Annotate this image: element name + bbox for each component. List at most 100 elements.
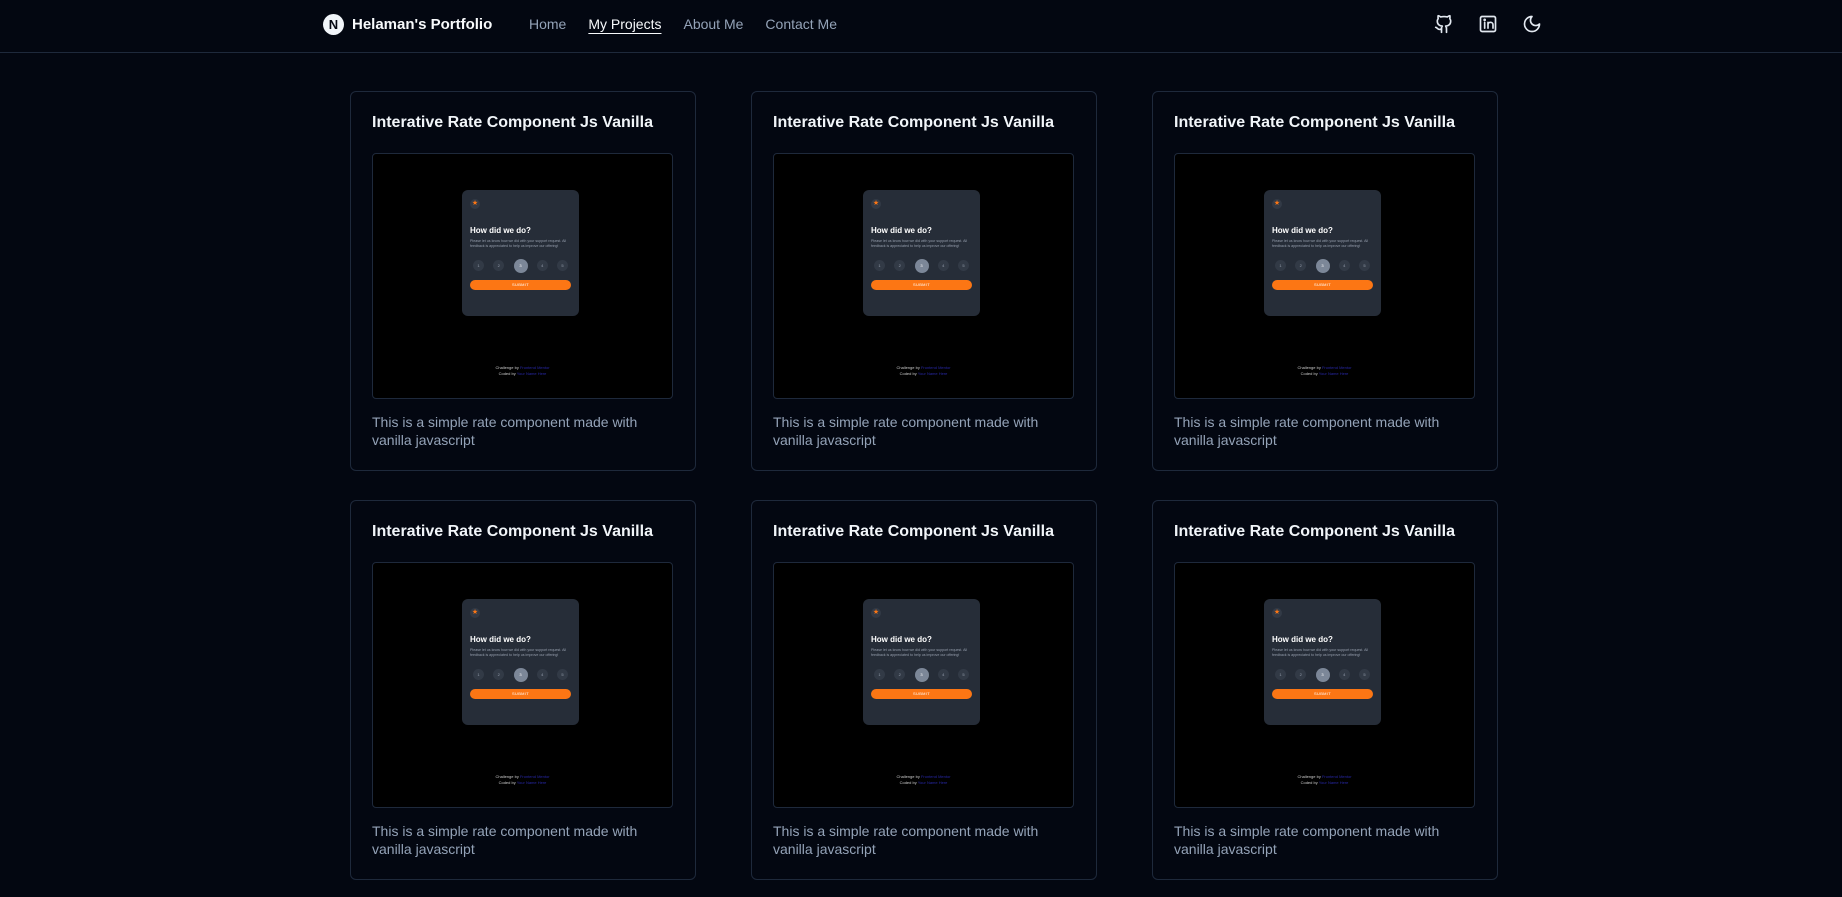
rating-number: 2 [894, 669, 906, 680]
project-title: Interative Rate Component Js Vanilla [372, 523, 653, 540]
preview-submit-button: SUBMIT [871, 279, 972, 290]
project-card[interactable]: Interative Rate Component Js Vanilla ★ H… [1152, 91, 1498, 471]
preview-rating-numbers: 1 2 3 4 5 [871, 258, 972, 273]
preview-submit-button: SUBMIT [470, 279, 571, 290]
logo-icon: N [323, 14, 344, 35]
brand[interactable]: N Helaman's Portfolio [323, 14, 492, 35]
project-preview-image[interactable]: ★ How did we do? Please let us know how … [372, 562, 673, 808]
preview-rating-numbers: 1 2 3 4 5 [871, 667, 972, 682]
preview-rating-numbers: 1 2 3 4 5 [1272, 258, 1373, 273]
rating-number: 4 [1338, 260, 1350, 271]
project-description: This is a simple rate component made wit… [1174, 414, 1440, 448]
rating-number: 5 [958, 260, 969, 271]
preview-text: Please let us know how we did with your … [1272, 239, 1369, 248]
project-preview-image[interactable]: ★ How did we do? Please let us know how … [372, 153, 673, 399]
project-description: This is a simple rate component made wit… [773, 823, 1039, 857]
rating-number: 2 [1295, 669, 1307, 680]
star-icon: ★ [470, 199, 480, 209]
project-title: Interative Rate Component Js Vanilla [1174, 114, 1455, 131]
project-title: Interative Rate Component Js Vanilla [1174, 523, 1455, 540]
preview-rating-numbers: 1 2 3 4 5 [1272, 667, 1373, 682]
project-card[interactable]: Interative Rate Component Js Vanilla ★ H… [751, 91, 1097, 471]
preview-attribution: Challenge by Frontend Mentor Coded by Yo… [896, 774, 951, 785]
preview-heading: How did we do? [1272, 635, 1333, 644]
moon-icon[interactable] [1522, 14, 1542, 34]
project-preview-image[interactable]: ★ How did we do? Please let us know how … [1174, 153, 1475, 399]
preview-submit-button: SUBMIT [1272, 688, 1373, 699]
preview-attribution: Challenge by Frontend Mentor Coded by Yo… [495, 774, 550, 785]
preview-submit-button: SUBMIT [871, 688, 972, 699]
project-card[interactable]: Interative Rate Component Js Vanilla ★ H… [1152, 500, 1498, 880]
rating-number: 4 [536, 669, 548, 680]
rating-number: 2 [493, 669, 505, 680]
preview-rating-numbers: 1 2 3 4 5 [470, 258, 571, 273]
rating-number-selected: 3 [914, 258, 929, 273]
rating-number-selected: 3 [513, 258, 528, 273]
star-icon: ★ [1272, 199, 1282, 209]
rating-number-selected: 3 [1315, 667, 1330, 682]
preview-text: Please let us know how we did with your … [470, 239, 567, 248]
nav-link-contact-me[interactable]: Contact Me [765, 16, 837, 32]
rating-card-preview: ★ How did we do? Please let us know how … [863, 190, 980, 316]
project-card[interactable]: Interative Rate Component Js Vanilla ★ H… [350, 91, 696, 471]
project-title: Interative Rate Component Js Vanilla [773, 114, 1054, 131]
preview-attribution: Challenge by Frontend Mentor Coded by Yo… [896, 365, 951, 376]
nav-links: Home My Projects About Me Contact Me [529, 16, 837, 32]
rating-card-preview: ★ How did we do? Please let us know how … [462, 190, 579, 316]
project-preview-image[interactable]: ★ How did we do? Please let us know how … [773, 153, 1074, 399]
preview-heading: How did we do? [470, 226, 531, 235]
rating-number-selected: 3 [914, 667, 929, 682]
preview-submit-button: SUBMIT [470, 688, 571, 699]
project-description: This is a simple rate component made wit… [372, 414, 638, 448]
project-title: Interative Rate Component Js Vanilla [773, 523, 1054, 540]
rating-number: 1 [874, 260, 885, 271]
project-title: Interative Rate Component Js Vanilla [372, 114, 653, 131]
preview-attribution: Challenge by Frontend Mentor Coded by Yo… [1297, 774, 1352, 785]
preview-heading: How did we do? [871, 226, 932, 235]
rating-number: 2 [493, 260, 505, 271]
project-card[interactable]: Interative Rate Component Js Vanilla ★ H… [350, 500, 696, 880]
nav-link-my-projects[interactable]: My Projects [588, 16, 661, 32]
preview-rating-numbers: 1 2 3 4 5 [470, 667, 571, 682]
preview-text: Please let us know how we did with your … [871, 239, 968, 248]
projects-grid: Interative Rate Component Js Vanilla ★ H… [350, 91, 1498, 880]
rating-card-preview: ★ How did we do? Please let us know how … [1264, 190, 1381, 316]
rating-number: 5 [1359, 669, 1370, 680]
rating-number: 5 [557, 669, 568, 680]
rating-number: 1 [473, 669, 484, 680]
rating-number: 1 [1275, 669, 1286, 680]
github-icon[interactable] [1434, 14, 1454, 34]
rating-number: 5 [557, 260, 568, 271]
star-icon: ★ [871, 608, 881, 618]
preview-text: Please let us know how we did with your … [470, 648, 567, 657]
top-navbar: N Helaman's Portfolio Home My Projects A… [0, 0, 1842, 53]
preview-text: Please let us know how we did with your … [871, 648, 968, 657]
preview-attribution: Challenge by Frontend Mentor Coded by Yo… [1297, 365, 1352, 376]
nav-link-about-me[interactable]: About Me [683, 16, 743, 32]
nav-link-home[interactable]: Home [529, 16, 566, 32]
rating-number: 1 [473, 260, 484, 271]
project-preview-image[interactable]: ★ How did we do? Please let us know how … [773, 562, 1074, 808]
rating-number: 2 [1295, 260, 1307, 271]
project-description: This is a simple rate component made wit… [372, 823, 638, 857]
project-card[interactable]: Interative Rate Component Js Vanilla ★ H… [751, 500, 1097, 880]
rating-number: 5 [958, 669, 969, 680]
star-icon: ★ [470, 608, 480, 618]
project-preview-image[interactable]: ★ How did we do? Please let us know how … [1174, 562, 1475, 808]
rating-number-selected: 3 [513, 667, 528, 682]
preview-text: Please let us know how we did with your … [1272, 648, 1369, 657]
star-icon: ★ [871, 199, 881, 209]
rating-number: 4 [1338, 669, 1350, 680]
linkedin-icon[interactable] [1478, 14, 1498, 34]
preview-heading: How did we do? [871, 635, 932, 644]
rating-number: 5 [1359, 260, 1370, 271]
rating-number: 4 [536, 260, 548, 271]
brand-name: Helaman's Portfolio [352, 16, 493, 33]
rating-card-preview: ★ How did we do? Please let us know how … [462, 599, 579, 725]
rating-number: 4 [937, 260, 949, 271]
rating-card-preview: ★ How did we do? Please let us know how … [1264, 599, 1381, 725]
nav-icons [1434, 14, 1542, 34]
preview-attribution: Challenge by Frontend Mentor Coded by Yo… [495, 365, 550, 376]
preview-heading: How did we do? [1272, 226, 1333, 235]
star-icon: ★ [1272, 608, 1282, 618]
